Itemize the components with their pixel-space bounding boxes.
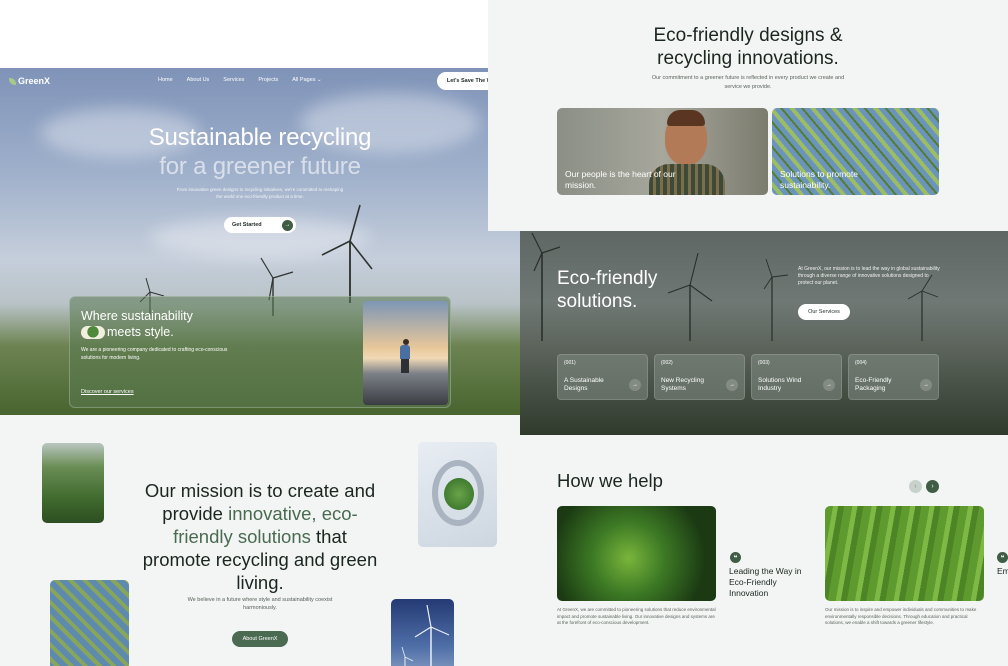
service-card-label: Eco-Friendly Packaging (855, 377, 892, 392)
help-item-text: At GreenX, we are committed to pioneerin… (557, 607, 716, 625)
hero-title-line2: for a greener future (159, 153, 361, 180)
wind-turbine-icon (321, 204, 373, 303)
solutions-title-line2: solutions. (557, 291, 638, 312)
top-navigation: GreenX Home About Us Services Projects A… (0, 68, 520, 94)
hero-subtitle: From innovative green designs to recycli… (176, 187, 344, 199)
wind-turbine-photo (391, 599, 454, 666)
arrow-right-icon[interactable]: → (726, 379, 738, 391)
arrow-right-icon[interactable]: → (823, 379, 835, 391)
mission-subtitle: We believe in a future where style and s… (187, 597, 333, 611)
solutions-section: Eco-friendly solutions. At GreenX, our m… (520, 231, 1008, 435)
jungle-photo (42, 443, 104, 523)
carousel-prev-button[interactable]: ‹ (909, 480, 922, 493)
nav-link-home[interactable]: Home (158, 77, 173, 83)
service-card-number: (002) (661, 360, 673, 366)
solutions-card[interactable]: Solutions to promote sustainability. (772, 108, 939, 195)
service-card-eco-packaging[interactable]: (004) Eco-Friendly Packaging → (848, 354, 939, 400)
hero-card-title-line1: Where sustainability (81, 309, 193, 323)
hero-title-line1: Sustainable recycling (148, 124, 372, 151)
discover-services-link[interactable]: Discover our services (81, 389, 134, 395)
people-card[interactable]: Our people is the heart of our mission. (557, 108, 768, 195)
plant-photo (557, 506, 716, 601)
service-card-number: (004) (855, 360, 867, 366)
how-we-help-section: How we help ‹ › ❝ Leading the Way in Eco… (520, 435, 1008, 666)
about-greenx-button[interactable]: About GreenX (232, 631, 288, 647)
our-services-button[interactable]: Our Services (798, 304, 850, 320)
service-card-number: (001) (564, 360, 576, 366)
quote-icon: ❝ (997, 552, 1008, 563)
arrow-right-icon: → (282, 219, 293, 231)
designs-title-line1: Eco-friendly designs & (653, 25, 843, 46)
leaf-icon (9, 77, 16, 85)
nav-link-all-pages[interactable]: All Pages ⌄ (292, 77, 321, 83)
service-card-label: Solutions Wind Industry (758, 377, 802, 392)
hero-section: GreenX Home About Us Services Projects A… (0, 68, 520, 415)
solutions-card-caption: Solutions to promote sustainability. (780, 169, 858, 190)
wind-turbine-icon (401, 604, 450, 666)
arrow-right-icon[interactable]: → (629, 379, 641, 391)
solutions-title-line1: Eco-friendly (557, 268, 658, 289)
nav-link-about-us[interactable]: About Us (187, 77, 210, 83)
spiral-building-photo (418, 442, 497, 547)
brand-name: GreenX (18, 76, 51, 86)
get-started-button[interactable]: Get Started → (224, 217, 296, 233)
tree-icon (81, 326, 105, 340)
nav-link-projects[interactable]: Projects (258, 77, 278, 83)
field-photo (825, 506, 984, 601)
quote-icon: ❝ (730, 552, 741, 563)
person-hair (667, 110, 705, 126)
service-card-sustainable-designs[interactable]: (001) A Sustainable Designs → (557, 354, 648, 400)
hiker-photo (363, 301, 448, 405)
hero-feature-card: Where sustainability meets style. We are… (69, 296, 451, 408)
nav-links: Home About Us Services Projects All Page… (158, 77, 322, 83)
help-item-text: Our mission is to inspire and empower in… (825, 607, 977, 625)
green-garden (444, 478, 474, 510)
hiker-body (400, 345, 410, 359)
service-card-label: New Recycling Systems (661, 377, 704, 392)
mission-title: Our mission is to create and provide inn… (140, 479, 380, 594)
service-card-number: (003) (758, 360, 770, 366)
designs-section: Eco-friendly designs & recycling innovat… (488, 0, 1008, 231)
designs-subtitle: Our commitment to a greener future is re… (651, 75, 845, 90)
arrow-right-icon[interactable]: → (920, 379, 932, 391)
nav-link-services[interactable]: Services (223, 77, 244, 83)
mission-section: Our mission is to create and provide inn… (0, 415, 520, 666)
people-card-caption: Our people is the heart of our mission. (565, 169, 676, 190)
get-started-label: Get Started (232, 222, 262, 228)
hero-card-text: We are a pioneering company dedicated to… (81, 347, 228, 361)
designs-title: Eco-friendly designs & recycling innovat… (488, 24, 1008, 70)
how-we-help-title: How we help (557, 470, 663, 491)
designs-title-line2: recycling innovations. (657, 48, 839, 69)
hero-card-title: Where sustainability meets style. (81, 308, 193, 340)
solar-field-photo (50, 580, 129, 666)
hiker-legs (401, 359, 409, 373)
help-item-heading: Leading the Way in Eco-Friendly Innovati… (729, 566, 802, 598)
help-item-heading: Em Gre (997, 566, 1008, 576)
carousel-next-button[interactable]: › (926, 480, 939, 493)
brand-logo[interactable]: GreenX (9, 76, 50, 86)
service-card-label: A Sustainable Designs (564, 377, 604, 392)
hero-card-title-line2: meets style. (107, 325, 174, 339)
service-card-recycling-systems[interactable]: (002) New Recycling Systems → (654, 354, 745, 400)
service-card-wind-industry[interactable]: (003) Solutions Wind Industry → (751, 354, 842, 400)
solutions-title: Eco-friendly solutions. (557, 267, 657, 313)
solutions-text: At GreenX, our mission is to lead the wa… (798, 266, 940, 286)
